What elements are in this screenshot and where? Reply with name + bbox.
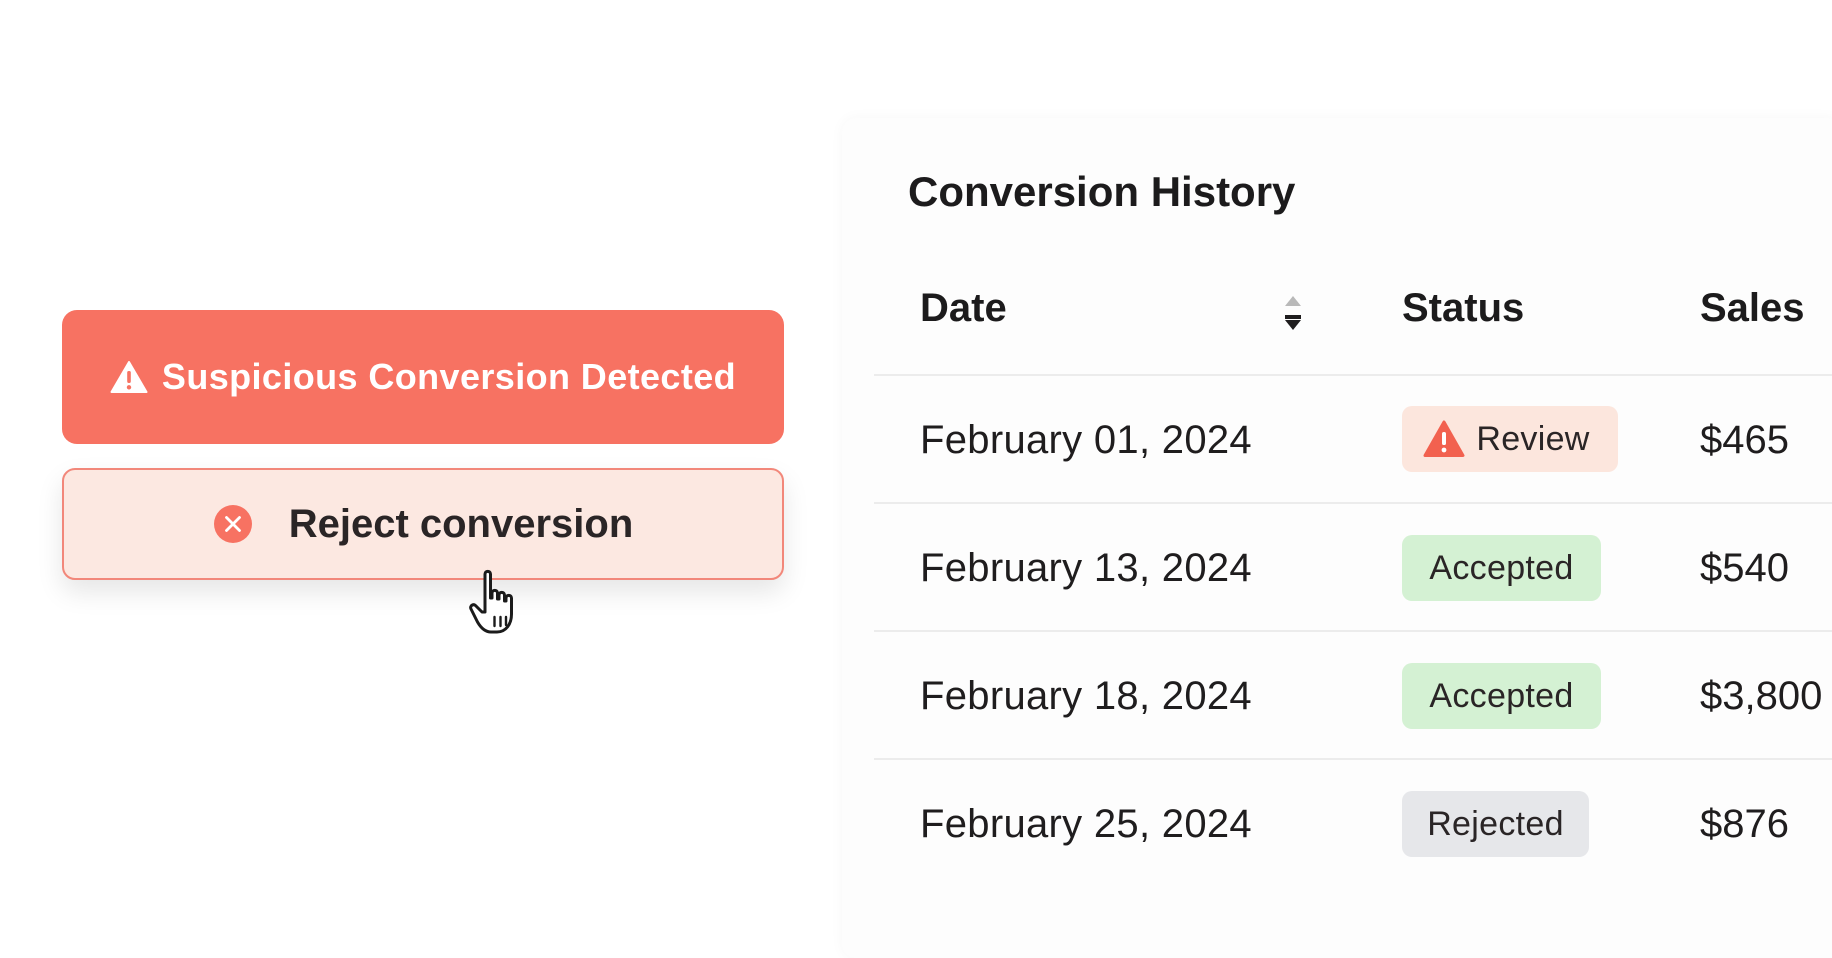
warning-triangle-icon <box>110 360 148 394</box>
status-badge-label: Accepted <box>1429 676 1574 715</box>
row-sales: $3,800 <box>1700 674 1823 718</box>
panel-title: Conversion History <box>908 168 1296 215</box>
column-header-date[interactable]: Date <box>920 286 1007 331</box>
status-badge-accepted: Accepted <box>1402 535 1601 601</box>
row-date: February 13, 2024 <box>920 546 1252 590</box>
alert-text: Suspicious Conversion Detected <box>161 356 737 397</box>
suspicious-conversion-alert: Suspicious Conversion Detected <box>62 310 784 444</box>
status-badge-label: Review <box>1476 419 1590 458</box>
conversion-action-area: Suspicious Conversion Detected Reject co… <box>0 0 820 946</box>
row-date: February 01, 2024 <box>920 418 1252 462</box>
row-divider <box>874 502 1832 504</box>
row-divider <box>874 630 1832 632</box>
close-circle-icon <box>213 504 253 544</box>
status-badge-label: Accepted <box>1429 548 1574 587</box>
header-divider <box>874 374 1832 376</box>
status-badge-review: Review <box>1402 406 1618 472</box>
row-date: February 25, 2024 <box>920 802 1252 846</box>
reject-conversion-button[interactable]: Reject conversion <box>62 468 784 580</box>
row-divider <box>874 758 1832 760</box>
status-badge-rejected: Rejected <box>1402 791 1589 857</box>
hand-pointer-icon <box>468 568 530 640</box>
status-badge-accepted: Accepted <box>1402 663 1601 729</box>
status-badge-label: Rejected <box>1427 804 1564 843</box>
column-header-status[interactable]: Status <box>1402 286 1524 331</box>
row-sales: $876 <box>1700 802 1789 846</box>
row-date: February 18, 2024 <box>920 674 1252 718</box>
row-sales: $540 <box>1700 546 1789 590</box>
reject-button-label: Reject conversion <box>288 501 634 546</box>
column-header-sales[interactable]: Sales <box>1700 286 1805 331</box>
sort-toggle-icon[interactable] <box>1282 292 1304 332</box>
row-sales: $465 <box>1700 418 1789 462</box>
warning-triangle-icon <box>1422 419 1466 459</box>
